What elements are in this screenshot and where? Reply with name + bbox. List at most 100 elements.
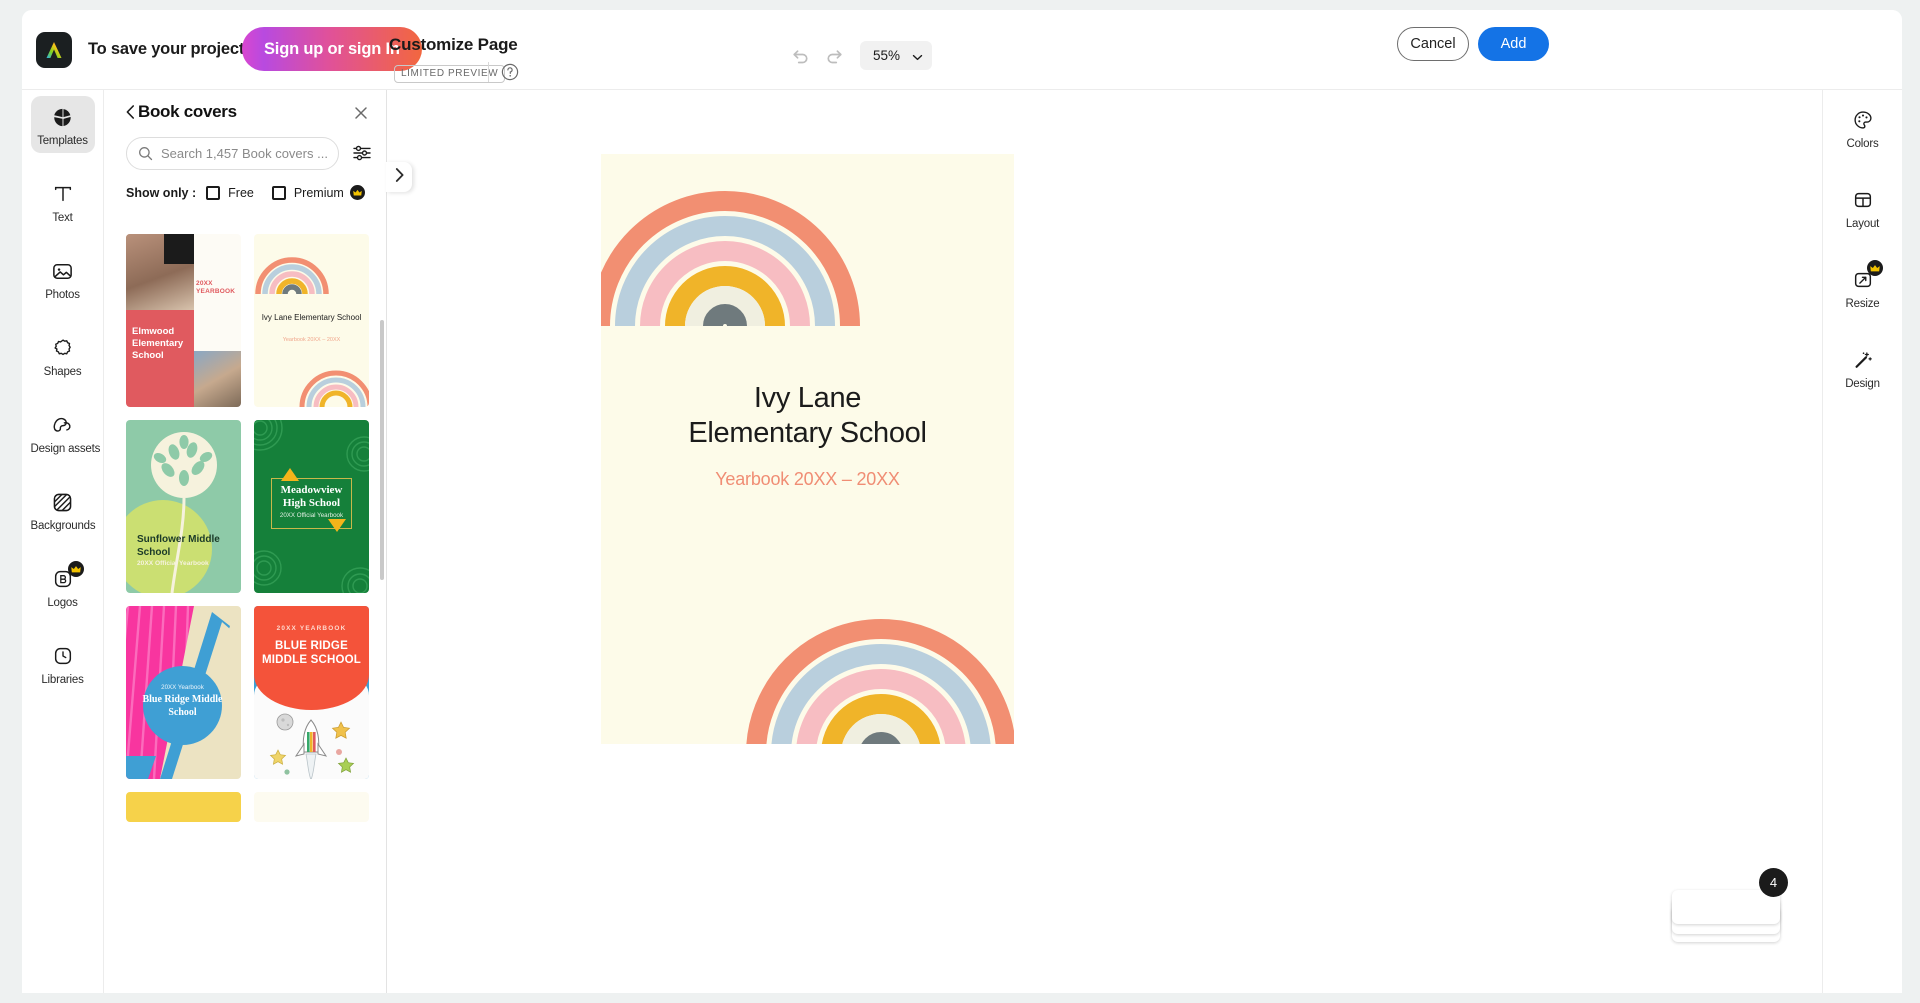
sidebar-item-label: Shapes xyxy=(43,366,82,378)
app-shell: To save your project Sign up or sign In … xyxy=(22,10,1902,993)
sidebar-item-colors[interactable]: Colors xyxy=(1831,98,1895,156)
question-mark-circle-icon[interactable] xyxy=(501,63,519,81)
sidebar-item-design[interactable]: Design xyxy=(1831,338,1895,396)
template-kicker: 20XX Official Yearbook xyxy=(279,512,344,519)
layout-grid-icon xyxy=(1831,188,1895,212)
topbar-divider xyxy=(488,62,489,82)
filter-sliders-icon[interactable] xyxy=(352,143,374,165)
resize-arrows-icon xyxy=(1831,268,1895,292)
page-title: Ivy Lane Elementary School xyxy=(601,381,1014,451)
top-bar: To save your project Sign up or sign In … xyxy=(22,10,1902,90)
template-thumbnail[interactable]: Elmwood Elementary School 20XX YEARBOOK xyxy=(126,234,241,407)
show-only-label: Show only : xyxy=(126,185,197,200)
template-thumbnail[interactable]: Sunflower Middle School 20XX Official Ye… xyxy=(126,420,241,593)
sidebar-item-label: Colors xyxy=(1846,138,1879,150)
templates-icon xyxy=(31,105,95,129)
show-only-filters: Show only : Free Premium xyxy=(126,185,365,200)
page-count-badge: 4 xyxy=(1759,868,1788,897)
palette-icon xyxy=(1831,108,1895,132)
canvas-area[interactable]: Ivy Lane Elementary School Yearbook 20XX… xyxy=(388,90,1822,993)
sidebar-item-label: Photos xyxy=(45,289,80,301)
sidebar-item-shapes[interactable]: Shapes xyxy=(31,327,95,384)
design-assets-icon xyxy=(31,413,95,437)
zoom-level-select[interactable]: 55% xyxy=(860,41,932,70)
close-x-icon[interactable] xyxy=(352,104,370,122)
panel-collapse-toggle[interactable] xyxy=(386,162,412,192)
chevron-right-icon xyxy=(395,167,404,187)
sidebar-item-label: Templates xyxy=(37,135,88,147)
logos-brand-icon xyxy=(31,567,95,591)
sidebar-item-label: Design assets xyxy=(30,443,101,455)
zoom-level-value: 55% xyxy=(873,48,901,63)
libraries-clock-icon xyxy=(31,644,95,668)
template-name: BLUE RIDGE MIDDLE SCHOOL xyxy=(261,640,362,666)
document-title[interactable]: Customize Page xyxy=(389,35,518,55)
template-thumbnail[interactable]: Meadowview High School 20XX Official Yea… xyxy=(254,420,369,593)
text-t-icon xyxy=(31,182,95,206)
sidebar-item-label: Text xyxy=(52,212,73,224)
chevron-down-icon xyxy=(912,50,923,68)
sidebar-item-resize[interactable]: Resize xyxy=(1831,258,1895,316)
template-search-box[interactable] xyxy=(126,137,339,170)
template-thumbnail[interactable]: Ivy Lane Elementary School Yearbook 20XX… xyxy=(254,234,369,407)
template-thumbnail[interactable] xyxy=(126,792,241,822)
sidebar-item-label: Logos xyxy=(47,597,78,609)
page-subtitle: Yearbook 20XX – 20XX xyxy=(715,469,900,489)
templates-grid: Elmwood Elementary School 20XX YEARBOOK xyxy=(104,219,386,822)
template-kicker: 20XX Official Yearbook xyxy=(137,560,209,567)
sidebar-item-logos[interactable]: Logos xyxy=(31,558,95,615)
template-thumbnail[interactable]: 20XX Yearbook Blue Ridge Middle School xyxy=(126,606,241,779)
shapes-starburst-icon xyxy=(31,336,95,360)
design-page[interactable]: Ivy Lane Elementary School Yearbook 20XX… xyxy=(601,154,1014,744)
template-name: Meadowview High School xyxy=(280,484,343,509)
template-name: Sunflower Middle School xyxy=(137,534,220,558)
add-button[interactable]: Add xyxy=(1478,27,1549,61)
page-stack[interactable]: 4 xyxy=(1672,868,1788,948)
chevron-left-icon[interactable] xyxy=(126,105,135,122)
template-name: Ivy Lane Elementary School xyxy=(261,313,362,322)
page-title-line2: Elementary School xyxy=(688,417,927,449)
sidebar-item-design-assets[interactable]: Design assets xyxy=(30,404,101,461)
search-input[interactable] xyxy=(161,146,338,161)
left-tool-rail: Templates Text Photos Shapes Design asse… xyxy=(22,90,104,993)
template-kicker: 20XX YEARBOOK xyxy=(196,280,236,296)
sidebar-item-label: Resize xyxy=(1845,298,1880,310)
panel-scrollbar[interactable] xyxy=(380,320,384,580)
redo-arrow-icon[interactable] xyxy=(824,44,846,66)
premium-crown-badge xyxy=(349,185,365,200)
filter-label-free: Free xyxy=(228,185,254,200)
app-root: To save your project Sign up or sign In … xyxy=(0,0,1920,1003)
template-kicker: Yearbook 20XX – 20XX xyxy=(282,337,341,343)
premium-crown-badge xyxy=(67,561,84,577)
filter-checkbox-free[interactable] xyxy=(206,185,221,200)
template-thumbnail[interactable] xyxy=(254,792,369,822)
template-name: Elmwood Elementary School xyxy=(132,326,184,361)
page-title-line1: Ivy Lane xyxy=(753,382,862,414)
photo-image-icon xyxy=(31,259,95,283)
template-thumbnail[interactable]: 20XX YEARBOOK BLUE RIDGE MIDDLE SCHOOL xyxy=(254,606,369,779)
premium-crown-badge xyxy=(1866,260,1883,276)
sidebar-item-text[interactable]: Text xyxy=(31,173,95,230)
template-kicker: 20XX Yearbook xyxy=(161,684,204,691)
panel-header: Book covers Search 1,457 Book covers ...… xyxy=(104,90,386,228)
template-name: Blue Ridge Middle School xyxy=(142,694,223,718)
magic-wand-icon xyxy=(1831,348,1895,372)
adobe-express-logo-icon[interactable] xyxy=(36,32,72,68)
sidebar-item-label: Layout xyxy=(1845,218,1880,230)
template-kicker: 20XX YEARBOOK xyxy=(276,625,347,632)
sidebar-item-label: Libraries xyxy=(41,674,84,686)
templates-scroll-area[interactable]: Elmwood Elementary School 20XX YEARBOOK xyxy=(104,219,386,993)
sidebar-item-photos[interactable]: Photos xyxy=(31,250,95,307)
sidebar-item-backgrounds[interactable]: Backgrounds xyxy=(30,481,96,538)
search-icon xyxy=(138,146,153,161)
page-sheet-top[interactable] xyxy=(1672,890,1780,924)
sidebar-item-layout[interactable]: Layout xyxy=(1831,178,1895,236)
sidebar-item-label: Backgrounds xyxy=(30,520,96,532)
save-project-prompt: To save your project xyxy=(88,40,245,58)
cancel-button[interactable]: Cancel xyxy=(1397,27,1469,61)
undo-arrow-icon[interactable] xyxy=(789,44,811,66)
filter-checkbox-premium[interactable] xyxy=(271,185,286,200)
sidebar-item-libraries[interactable]: Libraries xyxy=(31,635,95,692)
templates-panel: Elmwood Elementary School 20XX YEARBOOK xyxy=(104,90,387,993)
sidebar-item-templates[interactable]: Templates xyxy=(30,96,95,153)
